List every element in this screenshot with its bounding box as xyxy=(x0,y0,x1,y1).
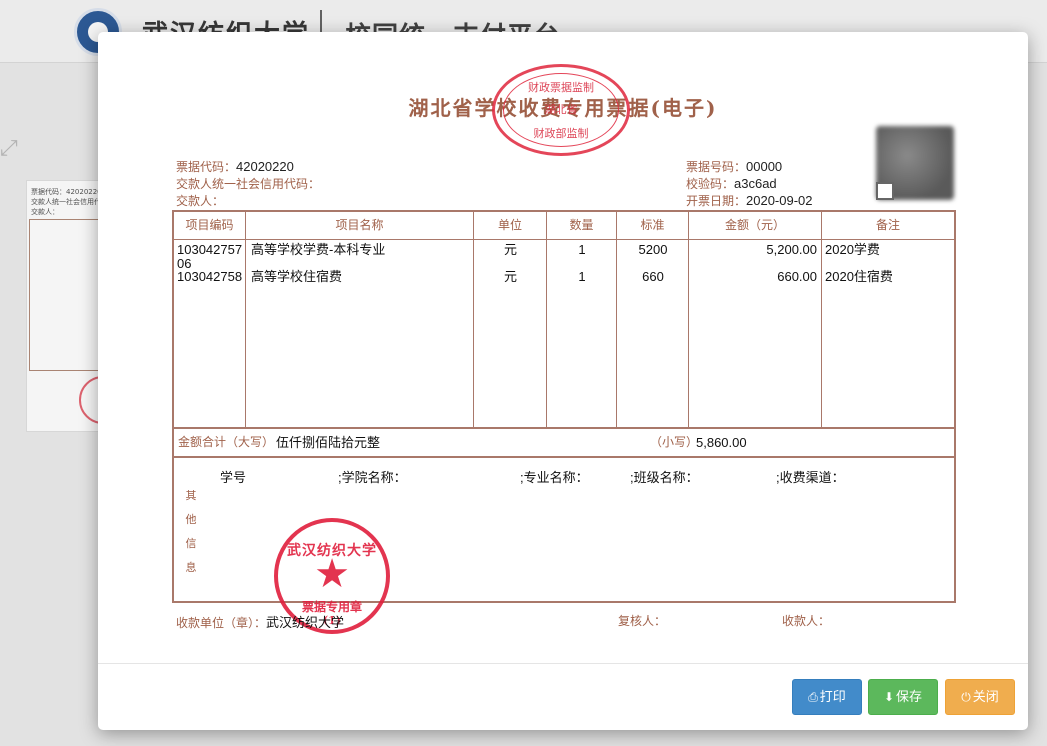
header-remark: 备注 xyxy=(875,218,900,232)
close-button[interactable]: ⏻ 关闭 xyxy=(945,679,1015,715)
issue-date-label: 开票日期： xyxy=(686,194,747,208)
total-small-value: 5,860.00 xyxy=(696,435,747,450)
item-name: 高等学校学费-本科专业 xyxy=(251,242,386,257)
item-remark: 2020学费 xyxy=(825,242,880,257)
total-small-label: （小写） xyxy=(650,435,699,449)
item-quantity: 1 xyxy=(578,242,586,257)
payee-unit: 收款单位（章）：武汉纺织大学 xyxy=(176,612,344,631)
header-item-code: 项目编码 xyxy=(174,212,246,239)
column-divider xyxy=(546,239,547,428)
item-code: 103042758 xyxy=(177,269,243,284)
item-amount: 660.00 xyxy=(777,269,817,284)
column-divider xyxy=(821,239,822,428)
close-label: 关闭 xyxy=(972,689,999,704)
item-amount: 5,200.00 xyxy=(766,242,817,257)
payee-label: 收款人： xyxy=(782,614,831,628)
receipt-modal: 湖北省学校收费专用票据(电子) 财政票据监制 湖北省 财政部监制 票据代码：42… xyxy=(98,32,1028,730)
item-standard: 660 xyxy=(642,269,664,284)
column-divider xyxy=(688,239,689,428)
total-row: 金额合计（大写） 伍仟捌佰陆拾元整 （小写） 5,860.00 xyxy=(174,429,954,456)
payer-credit-label: 交款人统一社会信用代码： xyxy=(176,177,321,191)
receipt-code: 票据代码：42020220 xyxy=(176,158,294,175)
other-rule xyxy=(174,456,954,458)
power-icon: ⏻ xyxy=(961,690,971,704)
header-amount: 金额（元） xyxy=(689,212,822,239)
print-button[interactable]: ⎙ 打印 xyxy=(792,679,862,715)
printer-icon: ⎙ xyxy=(808,690,818,704)
item-remark: 2020住宿费 xyxy=(825,269,893,284)
college-label: ;学院名称： xyxy=(338,470,407,485)
receipt-number: 票据号码：00000 xyxy=(686,158,782,175)
issue-date-value: 2020-09-02 xyxy=(746,193,813,208)
channel-label: ;收费渠道： xyxy=(776,470,845,485)
column-divider xyxy=(473,239,474,428)
receipt-number-value: 00000 xyxy=(746,159,783,174)
check-code: 校验码：a3c6ad xyxy=(686,175,777,192)
payer-credit-code: 交款人统一社会信用代码： xyxy=(176,175,320,192)
check-code-label: 校验码： xyxy=(686,177,735,191)
payee: 收款人： xyxy=(782,612,830,629)
modal-footer: ⎙ 打印 ⬇ 保存 ⏻ 关闭 xyxy=(98,663,1028,730)
print-label: 打印 xyxy=(819,689,846,704)
issue-date: 开票日期：2020-09-02 xyxy=(686,192,813,209)
download-icon: ⬇ xyxy=(883,690,895,704)
receipt-number-label: 票据号码： xyxy=(686,160,747,174)
item-unit: 元 xyxy=(503,269,517,284)
item-name: 高等学校住宿费 xyxy=(251,269,343,284)
column-divider xyxy=(245,239,246,428)
header-unit: 单位 xyxy=(474,212,547,239)
payer: 交款人： xyxy=(176,192,224,209)
payee-unit-label: 收款单位（章）： xyxy=(176,616,267,630)
seal-text: 湖北省 xyxy=(544,103,578,116)
qr-corner-icon xyxy=(876,182,894,200)
receipt-code-label: 票据代码： xyxy=(176,160,237,174)
student-id-label: 学号 xyxy=(220,470,247,485)
seal-text: 财政票据监制 xyxy=(528,81,594,94)
reviewer: 复核人： xyxy=(618,612,666,629)
save-button[interactable]: ⬇ 保存 xyxy=(868,679,938,715)
major-label: ;专业名称： xyxy=(520,470,589,485)
item-quantity: 1 xyxy=(578,269,586,284)
seal-text: 财政部监制 xyxy=(533,127,589,140)
item-unit: 元 xyxy=(503,242,517,257)
item-code: 10304275706 xyxy=(177,242,243,271)
check-code-value: a3c6ad xyxy=(734,176,777,191)
header-standard: 标准 xyxy=(617,212,689,239)
header-rule xyxy=(174,239,954,240)
payer-label: 交款人： xyxy=(176,194,225,208)
save-label: 保存 xyxy=(896,689,923,704)
header-quantity: 数量 xyxy=(547,212,617,239)
column-divider xyxy=(616,239,617,428)
header-item-name: 项目名称 xyxy=(246,212,474,239)
receipt-code-value: 42020220 xyxy=(236,159,294,174)
star-icon: ★ xyxy=(314,551,350,597)
other-info-label: 其他信息 xyxy=(185,489,197,574)
reviewer-label: 复核人： xyxy=(618,614,667,628)
class-label: ;班级名称： xyxy=(630,470,699,485)
payee-unit-value: 武汉纺织大学 xyxy=(266,615,345,630)
total-big-label: 金额合计（大写） xyxy=(178,435,275,449)
total-big-value: 伍仟捌佰陆拾元整 xyxy=(276,435,381,450)
finance-supervision-seal: 财政票据监制 湖北省 财政部监制 xyxy=(492,64,630,156)
item-standard: 5200 xyxy=(638,242,668,257)
